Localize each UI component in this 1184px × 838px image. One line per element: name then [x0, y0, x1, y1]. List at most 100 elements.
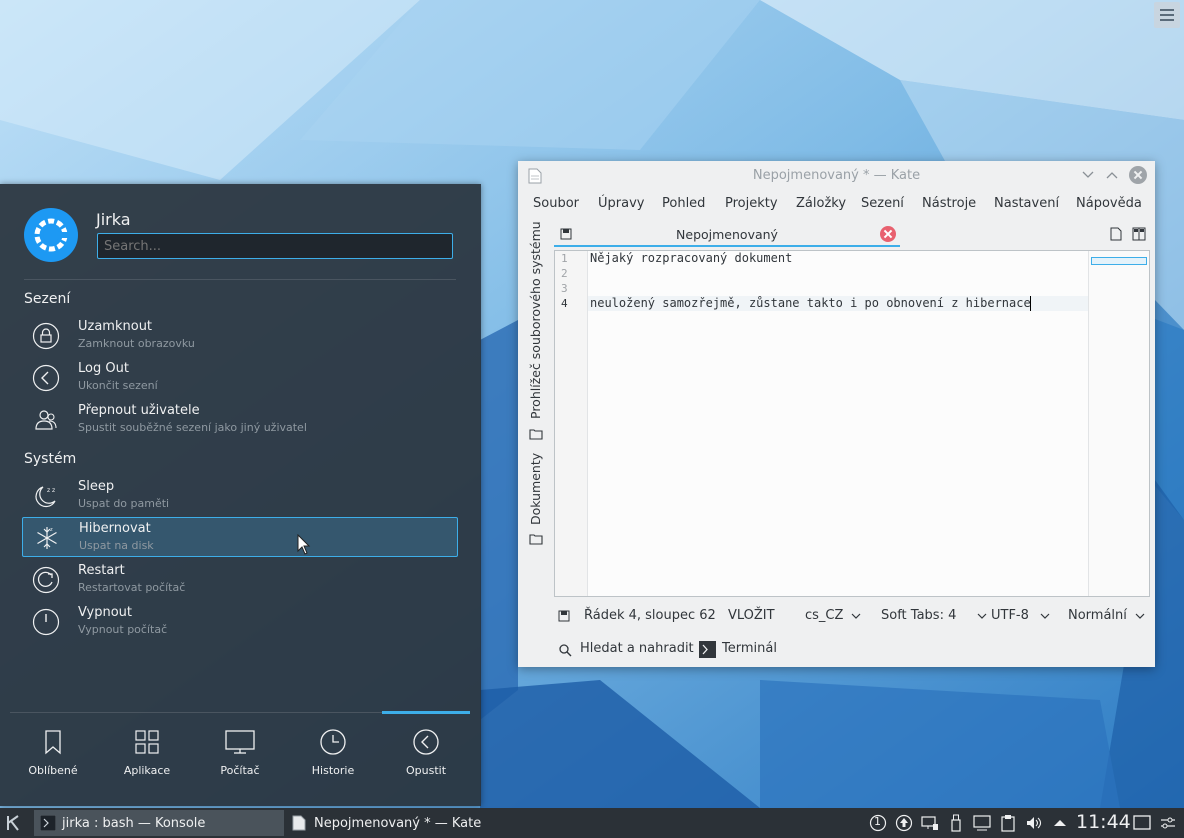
- search-input[interactable]: [97, 233, 453, 259]
- menu-help[interactable]: Nápověda: [1076, 196, 1142, 211]
- updates-icon[interactable]: [895, 814, 913, 832]
- svg-text:z z: z z: [47, 487, 55, 494]
- tab-favorites[interactable]: Oblíbené: [8, 724, 98, 788]
- usb-device-icon[interactable]: [947, 814, 965, 832]
- kde-logo-icon: [24, 208, 78, 262]
- menu-view[interactable]: Pohled: [662, 196, 705, 211]
- window-title: Nepojmenovaný * — Kate: [752, 168, 921, 183]
- dictionary-value: cs_CZ: [805, 608, 844, 623]
- menu-projects[interactable]: Projekty: [725, 196, 778, 211]
- minimap-scrollbar[interactable]: [1088, 251, 1149, 596]
- new-document-icon[interactable]: [1109, 227, 1123, 241]
- tab-history[interactable]: Historie: [288, 724, 378, 788]
- highlight-mode-select[interactable]: Normální: [1068, 608, 1127, 623]
- task-label: Nepojmenovaný * — Kate: [314, 816, 482, 831]
- terminal-icon: [699, 641, 716, 658]
- tab-label: Opustit: [405, 764, 447, 777]
- action-sleep[interactable]: z z Sleep Uspat do paměti: [22, 476, 458, 516]
- close-window-button[interactable]: [1129, 166, 1147, 184]
- tab-leave[interactable]: Opustit: [381, 724, 471, 788]
- task-kate[interactable]: Nepojmenovaný * — Kate: [286, 810, 536, 836]
- divider: [24, 279, 456, 280]
- indentation-select[interactable]: Soft Tabs: 4: [881, 608, 956, 623]
- document-tab-label: Nepojmenovaný: [676, 227, 778, 242]
- action-logout[interactable]: Log Out Ukončit sezení: [22, 358, 458, 398]
- tab-label: Počítač: [220, 764, 260, 777]
- svg-text:z: z: [50, 527, 53, 533]
- action-description: Spustit souběžné sezení jako jiný uživat…: [78, 421, 307, 434]
- action-hibernate[interactable]: z Hibernovat Uspat na disk: [22, 517, 458, 557]
- folder-icon: [529, 429, 543, 440]
- desktop-toolbox-button[interactable]: [1154, 2, 1180, 28]
- tray-notifications-icon[interactable]: 1: [869, 814, 887, 832]
- monitor-icon: [225, 730, 255, 754]
- text-cursor: [1030, 296, 1031, 311]
- action-description: Restartovat počítač: [78, 581, 186, 594]
- sleep-moon-icon: z z: [35, 486, 56, 508]
- action-description: Uspat do paměti: [78, 497, 170, 510]
- launcher-button[interactable]: [5, 814, 25, 834]
- encoding-select[interactable]: UTF-8: [991, 608, 1029, 623]
- action-shutdown[interactable]: Vypnout Vypnout počítač: [22, 602, 458, 642]
- dictionary-select[interactable]: cs_CZ: [805, 608, 843, 623]
- clock-icon: [320, 729, 346, 755]
- indentation-value: Soft Tabs: 4: [881, 608, 957, 623]
- search-icon: [559, 644, 572, 657]
- minimap-viewport[interactable]: [1091, 257, 1147, 265]
- terminal-icon: [40, 815, 56, 831]
- chevron-down-icon: [851, 613, 861, 619]
- clipboard-icon[interactable]: [999, 814, 1017, 832]
- tab-label: Oblíbené: [28, 764, 78, 777]
- tab-computer[interactable]: Počítač: [195, 724, 285, 788]
- split-view-icon[interactable]: [1132, 227, 1146, 241]
- action-restart[interactable]: Restart Restartovat počítač: [22, 560, 458, 600]
- apps-grid-icon: [135, 730, 159, 754]
- action-label: Restart: [78, 563, 125, 578]
- menu-edit[interactable]: Úpravy: [598, 196, 644, 211]
- switch-user-icon: [35, 410, 57, 430]
- chevron-down-icon: [1082, 171, 1094, 178]
- close-tab-button[interactable]: [880, 226, 896, 242]
- clock[interactable]: 11:44: [1076, 811, 1131, 833]
- window-titlebar[interactable]: Nepojmenovaný * — Kate: [518, 161, 1155, 189]
- text-editor[interactable]: 1 2 3 4 Nějaký rozpracovaný dokument neu…: [554, 250, 1150, 597]
- display-config-icon[interactable]: [921, 814, 939, 832]
- user-name: Jirka: [96, 210, 131, 229]
- action-label: Log Out: [78, 361, 129, 376]
- task-konsole[interactable]: jirka : bash — Konsole: [34, 810, 284, 836]
- show-desktop-icon[interactable]: [1133, 814, 1151, 832]
- menu-tools[interactable]: Nástroje: [922, 196, 976, 211]
- action-lock[interactable]: Uzamknout Zamknout obrazovku: [22, 316, 458, 356]
- back-circle-icon: [413, 729, 439, 755]
- menu-sessions[interactable]: Sezení: [861, 196, 904, 211]
- maximize-button[interactable]: [1103, 167, 1121, 185]
- tab-applications[interactable]: Aplikace: [102, 724, 192, 788]
- tool-view-bar: Hledat a nahradit Terminál: [554, 639, 1154, 661]
- menu-file[interactable]: Soubor: [533, 196, 579, 211]
- action-description: Uspat na disk: [79, 539, 154, 552]
- kde-k-icon: [7, 815, 19, 831]
- volume-icon[interactable]: [1025, 814, 1043, 832]
- document-tab[interactable]: Nepojmenovaný: [554, 223, 900, 247]
- tray-expand-arrow-icon[interactable]: [1051, 814, 1069, 832]
- action-label: Uzamknout: [78, 319, 153, 334]
- panel-settings-icon[interactable]: [1159, 814, 1177, 832]
- chevron-up-icon: [1106, 172, 1118, 179]
- tab-label: Aplikace: [123, 764, 171, 777]
- cursor-position[interactable]: Řádek 4, sloupec 62: [584, 608, 716, 623]
- network-icon[interactable]: [973, 814, 991, 832]
- snowflake-icon: z: [37, 527, 57, 549]
- minimize-button[interactable]: [1079, 167, 1097, 185]
- logout-icon: [32, 364, 60, 392]
- menu-settings[interactable]: Nastavení: [994, 196, 1059, 211]
- application-launcher: Jirka Sezení Uzamknout Zamknout obrazovk…: [0, 184, 481, 806]
- action-switch-user[interactable]: Přepnout uživatele Spustit souběžné seze…: [22, 400, 458, 440]
- save-icon[interactable]: [558, 610, 570, 622]
- taskbar: jirka : bash — Konsole Nepojmenovaný * —…: [0, 808, 1184, 838]
- action-label: Přepnout uživatele: [78, 403, 200, 418]
- restart-icon: [32, 566, 60, 594]
- action-label: Sleep: [78, 479, 115, 494]
- input-mode[interactable]: VLOŽIT: [728, 608, 775, 623]
- menu-bookmarks[interactable]: Záložky: [796, 196, 846, 211]
- sidebar-tab-label: Prohlížeč souborového systému: [528, 221, 543, 419]
